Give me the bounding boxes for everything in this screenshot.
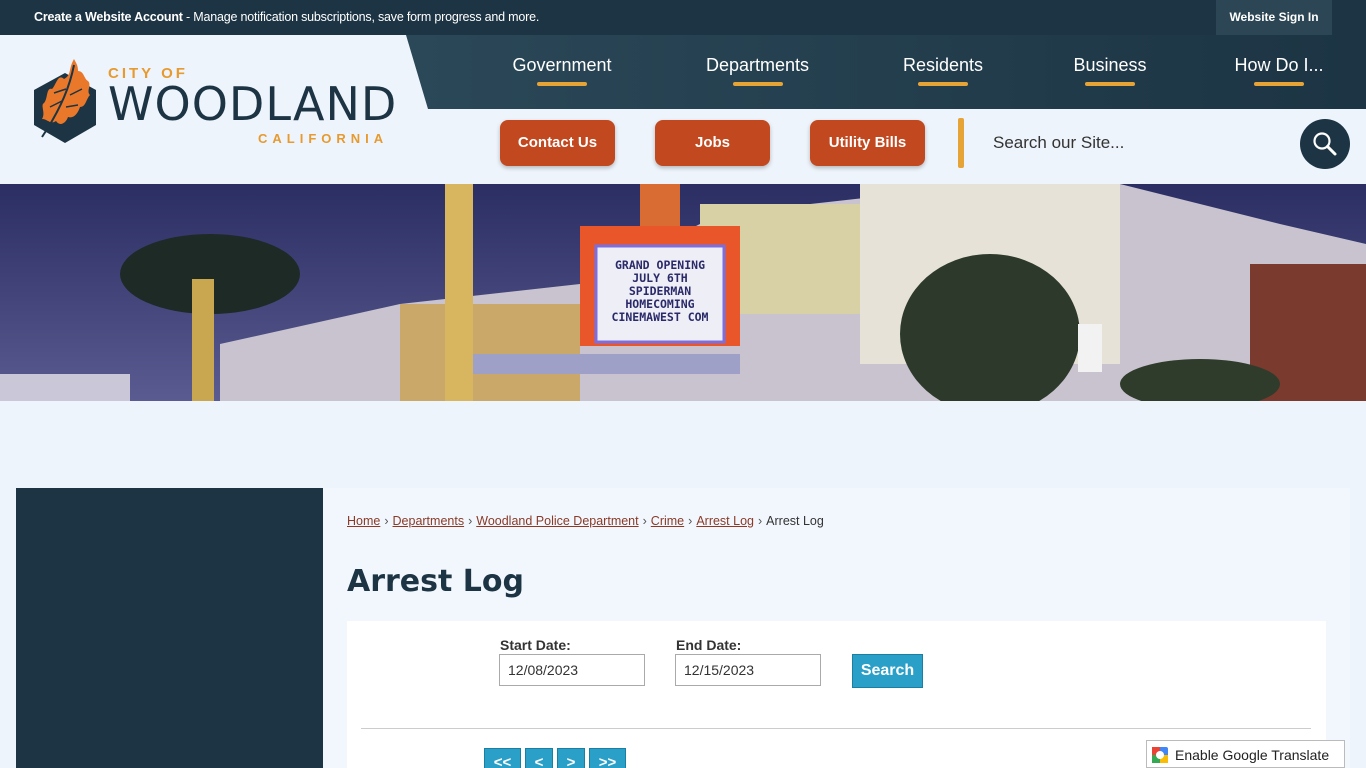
next-page-button[interactable]: > <box>557 748 585 768</box>
side-navigation <box>16 488 323 768</box>
nav-underline <box>732 82 783 86</box>
end-date-input[interactable] <box>675 654 821 686</box>
logo-california: CALIFORNIA <box>258 131 389 146</box>
breadcrumb-separator: › <box>688 514 693 528</box>
marquee-line: CINEMAWEST COM <box>611 310 709 324</box>
account-message: Create a Website Account - Manage notifi… <box>34 10 539 24</box>
breadcrumb-departments[interactable]: Departments <box>393 514 465 528</box>
nav-departments-label: Departments <box>705 55 810 75</box>
breadcrumb-home[interactable]: Home <box>347 514 380 528</box>
nav-business-label: Business <box>1073 55 1147 75</box>
hero-banner: GRAND OPENING JULY 6TH SPIDERMAN HOMECOM… <box>0 184 1366 401</box>
top-bar: Create a Website Account - Manage notifi… <box>0 0 1366 35</box>
breadcrumb-separator: › <box>384 514 389 528</box>
nav-how-do-i-label: How Do I... <box>1234 55 1324 75</box>
website-sign-in-button[interactable]: Website Sign In <box>1216 0 1332 35</box>
breadcrumb-separator: › <box>642 514 647 528</box>
logo-woodland: WOODLAND <box>108 77 398 131</box>
jobs-button[interactable]: Jobs <box>655 120 770 166</box>
breadcrumb-current: Arrest Log <box>766 514 824 528</box>
city-logo[interactable]: CITY OF WOODLAND CALIFORNIA <box>28 55 400 147</box>
search-button[interactable] <box>1300 119 1350 169</box>
magnifier-icon <box>1313 132 1337 156</box>
contact-us-button[interactable]: Contact Us <box>500 120 615 166</box>
account-description: - Manage notification subscriptions, sav… <box>182 10 540 24</box>
breadcrumb-police[interactable]: Woodland Police Department <box>476 514 638 528</box>
marquee-text: GRAND OPENING JULY 6TH SPIDERMAN HOMECOM… <box>600 259 720 324</box>
nav-business[interactable]: Business <box>1070 55 1150 86</box>
utility-bills-button[interactable]: Utility Bills <box>810 120 925 166</box>
breadcrumb-separator: › <box>468 514 473 528</box>
page-title: Arrest Log <box>347 564 524 599</box>
create-account-link[interactable]: Create a Website Account <box>34 10 183 24</box>
google-translate-label: Enable Google Translate <box>1175 747 1330 763</box>
breadcrumb-crime[interactable]: Crime <box>651 514 684 528</box>
nav-residents-label: Residents <box>902 55 984 75</box>
start-date-input[interactable] <box>499 654 645 686</box>
previous-page-button[interactable]: < <box>525 748 553 768</box>
last-page-button[interactable]: >> <box>589 748 626 768</box>
site-search-input[interactable] <box>985 125 1285 161</box>
nav-residents[interactable]: Residents <box>898 55 988 86</box>
nav-underline <box>537 82 587 86</box>
oak-leaf-icon <box>34 59 96 143</box>
breadcrumb-separator: › <box>757 514 763 528</box>
header: Government Departments Residents Busines… <box>0 35 1366 184</box>
main-content: Home › Departments › Woodland Police Departm… <box>323 488 1350 768</box>
nav-underline <box>1254 82 1304 86</box>
nav-underline <box>1085 82 1135 86</box>
nav-departments[interactable]: Departments <box>700 55 815 86</box>
first-page-button[interactable]: << <box>484 748 521 768</box>
end-date-label: End Date: <box>676 637 742 653</box>
google-translate-button[interactable]: Enable Google Translate <box>1146 740 1345 768</box>
search-divider <box>958 118 964 168</box>
nav-government-label: Government <box>512 55 612 75</box>
breadcrumb-arrest-log[interactable]: Arrest Log <box>696 514 754 528</box>
start-date-label: Start Date: <box>500 637 571 653</box>
search-date-button[interactable]: Search <box>852 654 923 688</box>
nav-government[interactable]: Government <box>508 55 616 86</box>
google-translate-icon <box>1152 747 1168 763</box>
breadcrumb: Home › Departments › Woodland Police Departm… <box>347 514 824 528</box>
nav-how-do-i[interactable]: How Do I... <box>1233 55 1325 86</box>
divider <box>361 728 1311 729</box>
nav-underline <box>918 82 968 86</box>
